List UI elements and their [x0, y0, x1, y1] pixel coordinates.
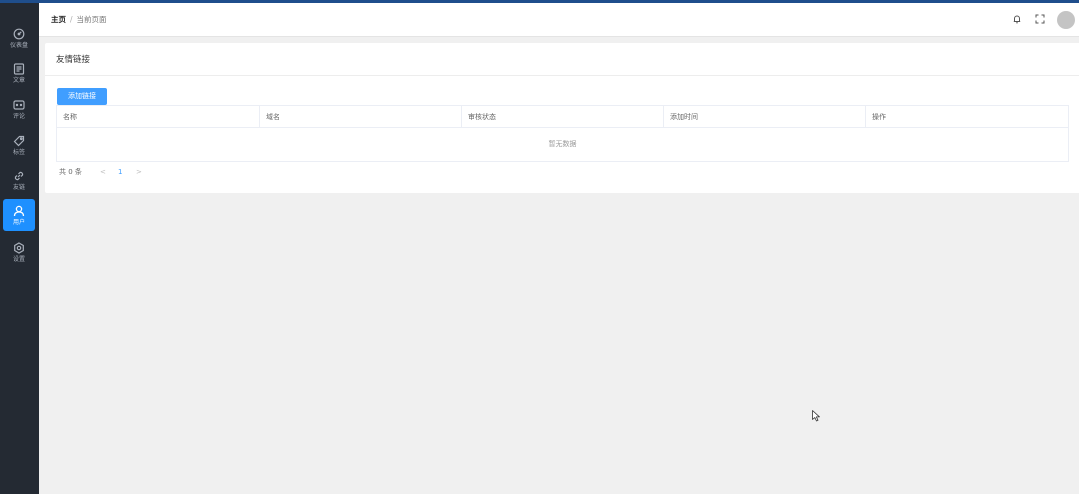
sidebar-item-settings[interactable]: 设置: [3, 236, 35, 268]
add-link-button[interactable]: 添加链接: [57, 88, 107, 105]
sidebar-item-label: 文章: [12, 76, 25, 84]
column-header-actions: 操作: [872, 113, 886, 121]
tag-icon: [13, 135, 25, 146]
link-icon: [14, 171, 24, 180]
mouse-cursor-icon: [812, 410, 820, 422]
settings-icon: [14, 241, 24, 254]
sidebar-item-user[interactable]: 用户: [3, 199, 35, 231]
links-table: 名称 域名 审核状态 添加时间 操作 暂无数据: [56, 105, 1069, 162]
sidebar-item-link[interactable]: 友链: [3, 164, 35, 196]
sidebar-item-comment[interactable]: 评论: [3, 93, 35, 125]
friend-links-card: 友情链接 添加链接 名称 域名 审核状态 添加时间 操作 暂无数据 共 0 条 …: [45, 43, 1079, 193]
breadcrumb-separator: /: [70, 15, 73, 24]
breadcrumb-current: 当前页面: [76, 15, 107, 24]
sidebar-item-tag[interactable]: 标签: [3, 129, 35, 161]
sidebar-item-label: 标签: [12, 148, 25, 156]
column-header-added-time[interactable]: 添加时间: [664, 106, 866, 128]
table-empty-text: 暂无数据: [548, 140, 577, 148]
dashboard-icon: [13, 28, 25, 39]
sidebar-item-label: 友链: [12, 183, 25, 191]
sidebar-item-dashboard[interactable]: 仪表盘: [3, 22, 35, 54]
pagination-page-1[interactable]: 1: [118, 167, 122, 177]
card-title: 友情链接: [56, 55, 91, 65]
column-header-domain[interactable]: 域名: [260, 106, 462, 128]
pagination-prev-button[interactable]: <: [100, 167, 106, 177]
top-header: 主页 / 当前页面: [39, 3, 1079, 37]
pagination-next-button[interactable]: >: [136, 167, 142, 177]
sidebar-item-label: 评论: [12, 112, 25, 120]
breadcrumb: 主页 / 当前页面: [51, 15, 107, 25]
user-icon: [13, 205, 25, 216]
column-header-name[interactable]: 名称: [57, 106, 260, 128]
fullscreen-icon: [1035, 14, 1045, 24]
table-header: 名称 域名 审核状态 添加时间 操作: [57, 106, 1068, 128]
sidebar-item-article[interactable]: 文章: [3, 57, 35, 89]
comment-icon: [13, 99, 25, 110]
sidebar-item-label: 用户: [12, 218, 25, 226]
fullscreen-button[interactable]: [1035, 14, 1045, 24]
article-icon: [13, 62, 25, 75]
bell-icon: [1013, 15, 1021, 24]
column-header-review-status[interactable]: 审核状态: [462, 106, 664, 128]
card-divider: [45, 75, 1079, 76]
breadcrumb-home[interactable]: 主页: [51, 15, 66, 24]
sidebar-item-label: 仪表盘: [9, 41, 28, 49]
sidebar: 仪表盘 文章 评论 标签 友链 用户 设置: [0, 3, 39, 494]
sidebar-item-label: 设置: [12, 255, 25, 263]
notification-button[interactable]: [1012, 14, 1022, 24]
avatar[interactable]: [1057, 11, 1075, 29]
pagination-total: 共 0 条: [59, 168, 82, 176]
